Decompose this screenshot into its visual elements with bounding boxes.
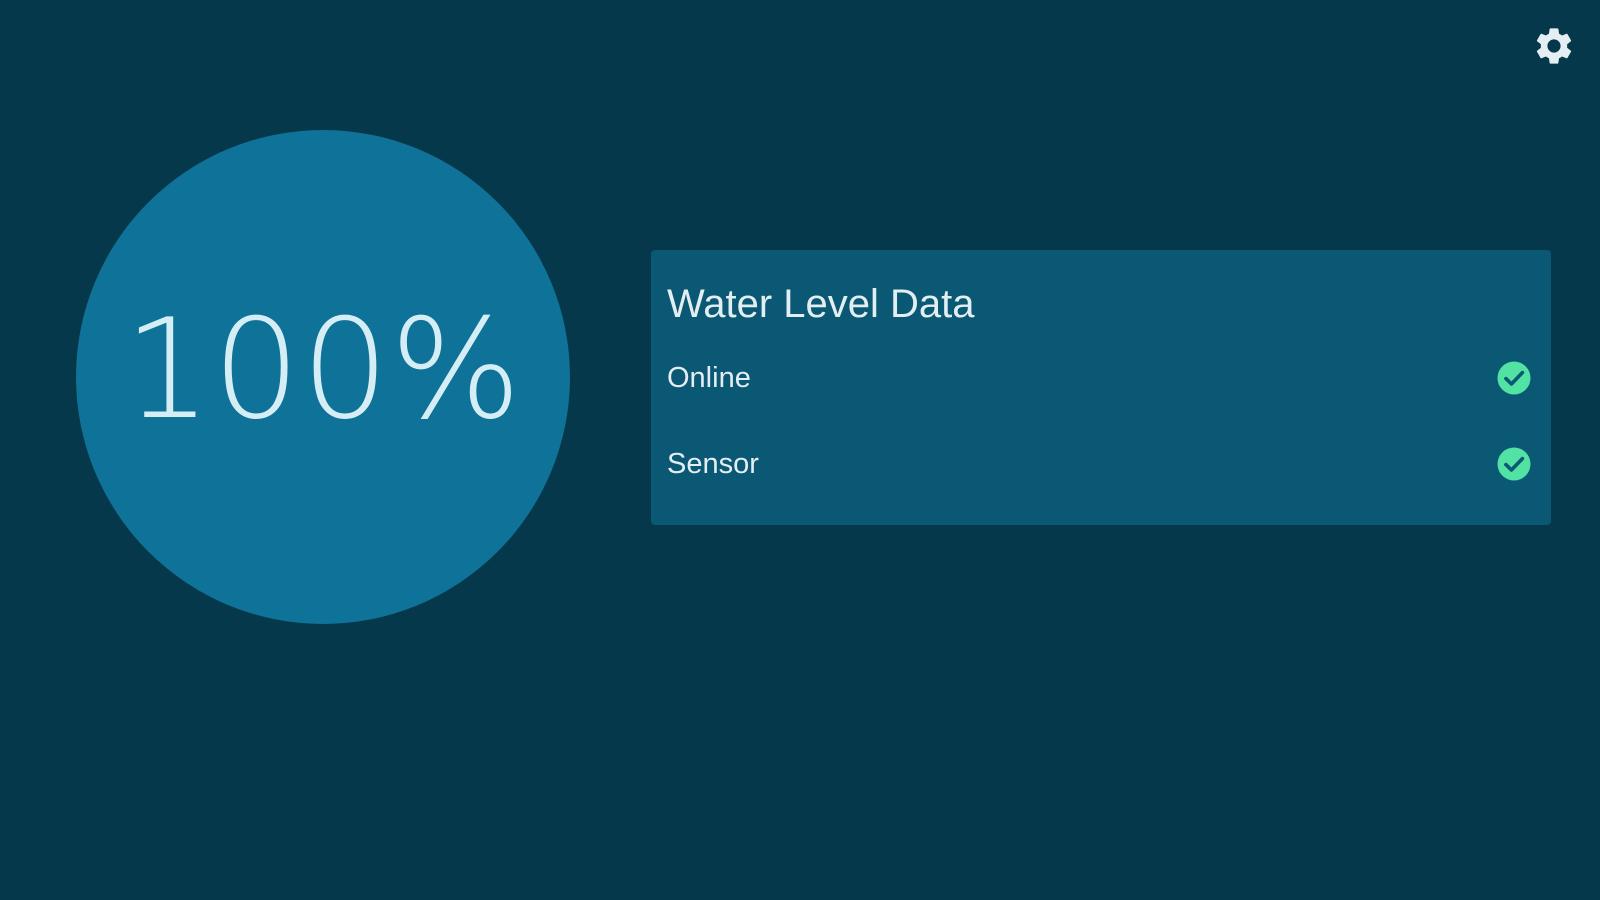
water-level-gauge: 100% (76, 130, 570, 624)
dashboard-screen: 100% Water Level Data Online Sensor (0, 0, 1600, 900)
status-row-sensor: Sensor (667, 438, 1532, 490)
water-level-percentage: 100% (123, 288, 523, 450)
water-level-data-panel: Water Level Data Online Sensor (651, 250, 1551, 525)
gear-icon (1536, 28, 1572, 64)
status-label-sensor: Sensor (667, 447, 759, 480)
status-row-online: Online (667, 352, 1532, 404)
status-label-online: Online (667, 361, 751, 394)
check-circle-icon (1497, 361, 1531, 395)
settings-button[interactable] (1530, 22, 1578, 70)
check-circle-icon (1497, 447, 1531, 481)
panel-title: Water Level Data (667, 282, 975, 326)
